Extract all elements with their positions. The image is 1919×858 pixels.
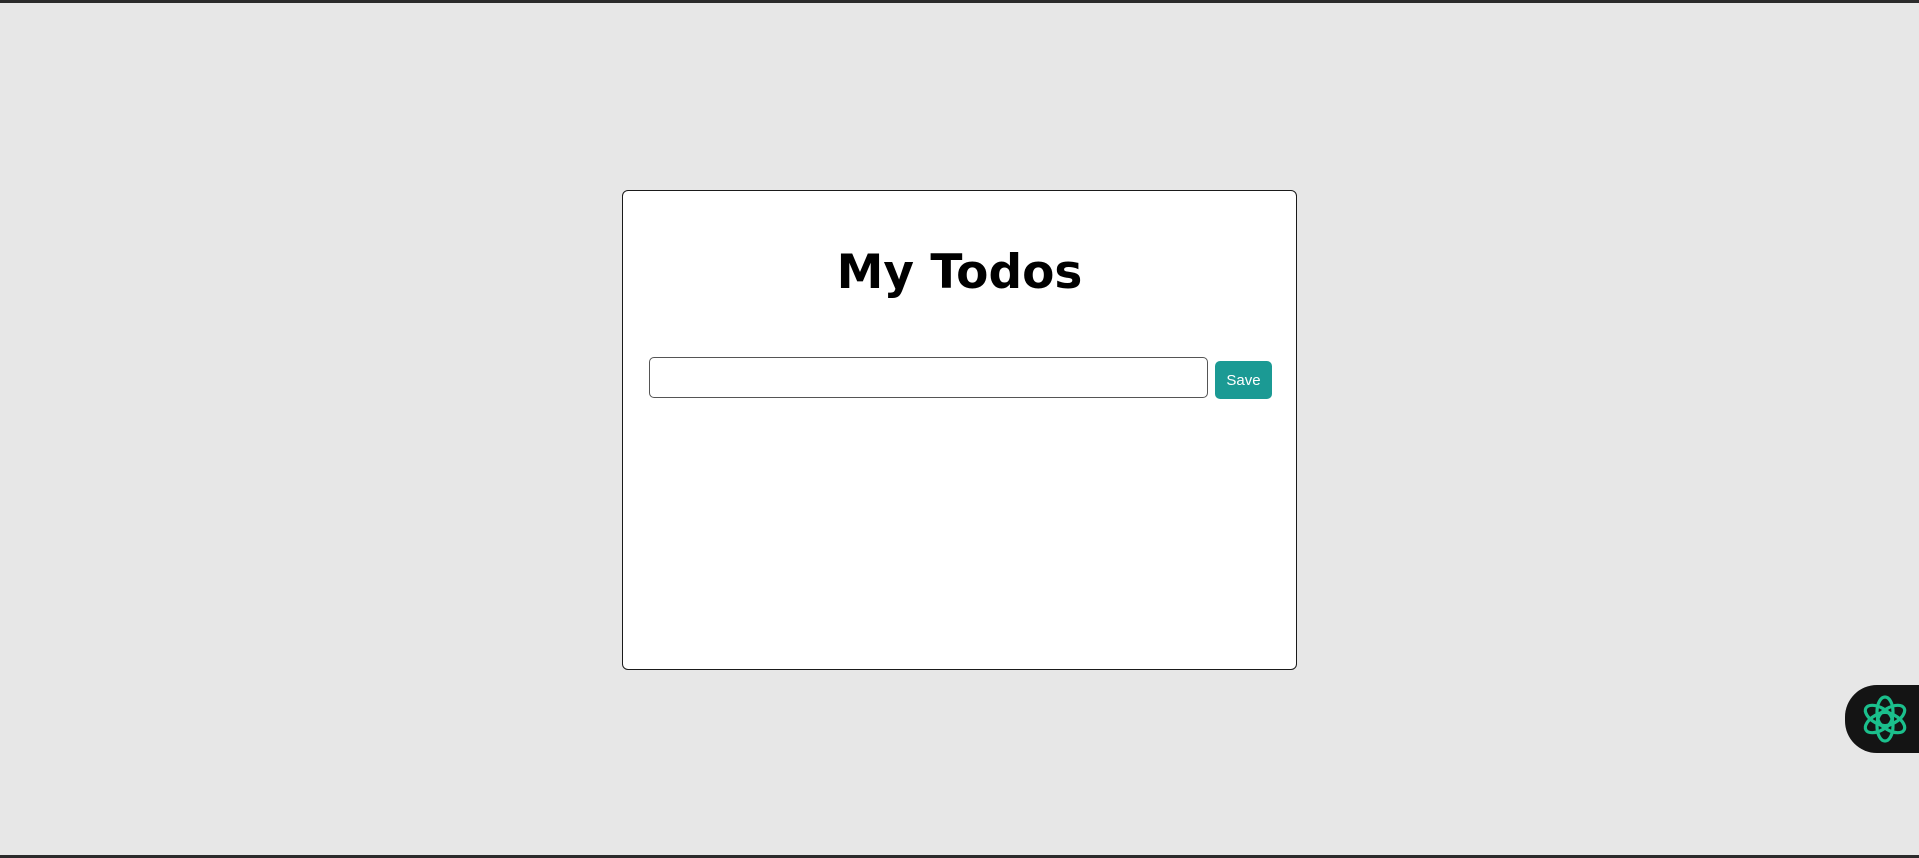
assistant-launcher[interactable] <box>1845 685 1919 753</box>
todo-card: My Todos Save <box>622 190 1297 670</box>
save-button[interactable]: Save <box>1215 361 1272 399</box>
window-top-border <box>0 0 1919 3</box>
openai-knot-icon <box>1863 695 1907 743</box>
todo-input[interactable] <box>649 357 1208 398</box>
page-title: My Todos <box>836 245 1083 300</box>
